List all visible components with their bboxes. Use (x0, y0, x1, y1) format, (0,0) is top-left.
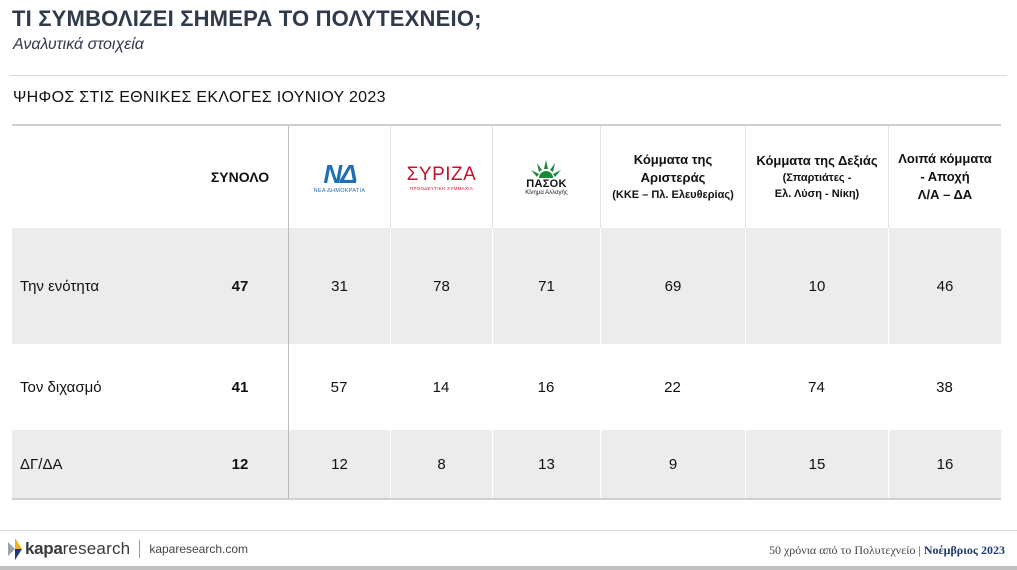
pasok-logo-mark: ΠΑΣΟΚ (526, 178, 567, 190)
brand-separator (139, 540, 141, 558)
footer-caption-text: 50 χρόνια από το Πολυτεχνείο | (768, 543, 921, 557)
brand-kapa: kapa (25, 539, 63, 558)
footer-divider (0, 530, 1017, 531)
cell-left: 9 (600, 430, 745, 498)
header-cell-right-parties: Κόμματα της Δεξιάς (Σπαρτιάτες - Ελ. Λύσ… (745, 126, 888, 228)
table-row: Τον διχασμό 41 57 14 16 22 74 38 (12, 344, 1001, 430)
pasok-sun-icon (529, 158, 563, 178)
cell-pasok: 13 (492, 430, 600, 498)
brand-url[interactable]: kaparesearch.com (149, 542, 248, 556)
syriza-logo: ΣΥΡΙΖΑ ΠΡΟΟΔΕΥΤΙΚΗ ΣΥΜΜΑΧΙΑ (407, 164, 477, 191)
footer-date: Νοέμβριος 2023 (923, 543, 1005, 557)
row-label: ΔΓ/ΔΑ (20, 455, 63, 473)
column-divider (288, 126, 289, 498)
section-title: ΨΗΦΟΣ ΣΤΙΣ ΕΘΝΙΚΕΣ ΕΚΛΟΓΕΣ ΙΟΥΝΙΟΥ 2023 (13, 89, 386, 106)
cell-pasok: 16 (537, 378, 555, 396)
header-right-line2: (Σπαρτιάτες - (782, 172, 852, 184)
footer-bar (0, 566, 1017, 570)
header-total-label: ΣΥΝΟΛΟ (210, 169, 270, 185)
header-cell-total: ΣΥΝΟΛΟ (192, 126, 288, 228)
cell-syriza: 8 (390, 430, 492, 498)
cell-other: 16 (888, 430, 1001, 498)
syriza-logo-subtitle: ΠΡΟΟΔΕΥΤΙΚΗ ΣΥΜΜΑΧΙΑ (409, 185, 474, 191)
cell-total: 47 (231, 277, 249, 295)
cell-right: 10 (745, 228, 888, 344)
page-title: ΤΙ ΣΥΜΒΟΛΙΖΕΙ ΣΗΜΕΡΑ ΤΟ ΠΟΛΥΤΕΧΝΕΙΟ; (12, 6, 482, 31)
cell-syriza: 14 (432, 378, 450, 396)
cell-pasok: 71 (492, 228, 600, 344)
row-label: Τον διχασμό (20, 378, 102, 396)
header-right-line1: Κόμματα της Δεξιάς (756, 153, 878, 168)
cell-nd: 31 (288, 228, 390, 344)
header-cell-pasok: ΠΑΣΟΚ Κίνημα Αλλαγής (492, 126, 600, 228)
header-cell-syriza: ΣΥΡΙΖΑ ΠΡΟΟΔΕΥΤΙΚΗ ΣΥΜΜΑΧΙΑ (390, 126, 492, 228)
header-other-line3: Λ/Α – ΔΑ (917, 187, 973, 202)
header-left-line1: Κόμματα της (633, 152, 713, 167)
pasok-logo: ΠΑΣΟΚ Κίνημα Αλλαγής (525, 158, 568, 196)
brand: kapa research kaparesearch.com (8, 538, 248, 560)
header-cell-left-parties: Κόμματα της Αριστεράς (ΚΚΕ – Πλ. Ελευθερ… (600, 126, 745, 228)
cell-right: 74 (808, 378, 825, 396)
header-other-line2: - Αποχή (920, 169, 970, 184)
nd-logo-subtitle: ΝΕΑ ΔΗΜΟΚΡΑΤΙΑ (313, 187, 366, 194)
cell-total: 12 (231, 455, 249, 473)
table-bottom-rule (12, 498, 1001, 500)
table-row: Την ενότητα 47 31 78 71 69 10 46 (12, 228, 1001, 344)
header-left-line3: (ΚΚΕ – Πλ. Ελευθερίας) (612, 189, 734, 201)
cell-left: 22 (664, 378, 681, 396)
header-cell-empty (12, 126, 192, 228)
nd-logo: ΝΔ ΝΕΑ ΔΗΜΟΚΡΑΤΙΑ (314, 161, 366, 194)
cell-syriza: 78 (390, 228, 492, 344)
row-label: Την ενότητα (20, 277, 100, 295)
footer-caption: 50 χρόνια από το Πολυτεχνείο | Νοέμβριος… (769, 543, 1005, 558)
cell-left: 69 (600, 228, 745, 344)
table-header-row: ΣΥΝΟΛΟ ΝΔ ΝΕΑ ΔΗΜΟΚΡΑΤΙΑ ΣΥΡΙΖΑ ΠΡΟΟΔΕΥΤ… (12, 126, 1001, 228)
results-table: ΣΥΝΟΛΟ ΝΔ ΝΕΑ ΔΗΜΟΚΡΑΤΙΑ ΣΥΡΙΖΑ ΠΡΟΟΔΕΥΤ… (12, 124, 1001, 500)
cell-total: 41 (231, 378, 249, 396)
brand-research: research (62, 539, 131, 558)
cell-nd: 57 (330, 378, 348, 396)
nd-logo-mark: ΝΔ (323, 158, 357, 189)
kapa-logo-icon (8, 538, 22, 560)
cell-other: 38 (936, 378, 953, 396)
cell-nd: 12 (288, 430, 390, 498)
header-cell-nd: ΝΔ ΝΕΑ ΔΗΜΟΚΡΑΤΙΑ (288, 126, 390, 228)
page-subtitle: Αναλυτικά στοιχεία (13, 36, 144, 53)
header-left-line2: Αριστεράς (640, 170, 706, 185)
cell-other: 46 (888, 228, 1001, 344)
header-right-line3: Ελ. Λύση - Νίκη) (774, 188, 860, 200)
header-other-line1: Λοιπά κόμματα (898, 151, 992, 166)
header-cell-other: Λοιπά κόμματα - Αποχή Λ/Α – ΔΑ (888, 126, 1001, 228)
divider (10, 75, 1007, 76)
table-row: ΔΓ/ΔΑ 12 12 8 13 9 15 16 (12, 430, 1001, 498)
syriza-logo-mark: ΣΥΡΙΖΑ (406, 163, 477, 185)
pasok-logo-subtitle: Κίνημα Αλλαγής (525, 190, 568, 196)
cell-right: 15 (745, 430, 888, 498)
